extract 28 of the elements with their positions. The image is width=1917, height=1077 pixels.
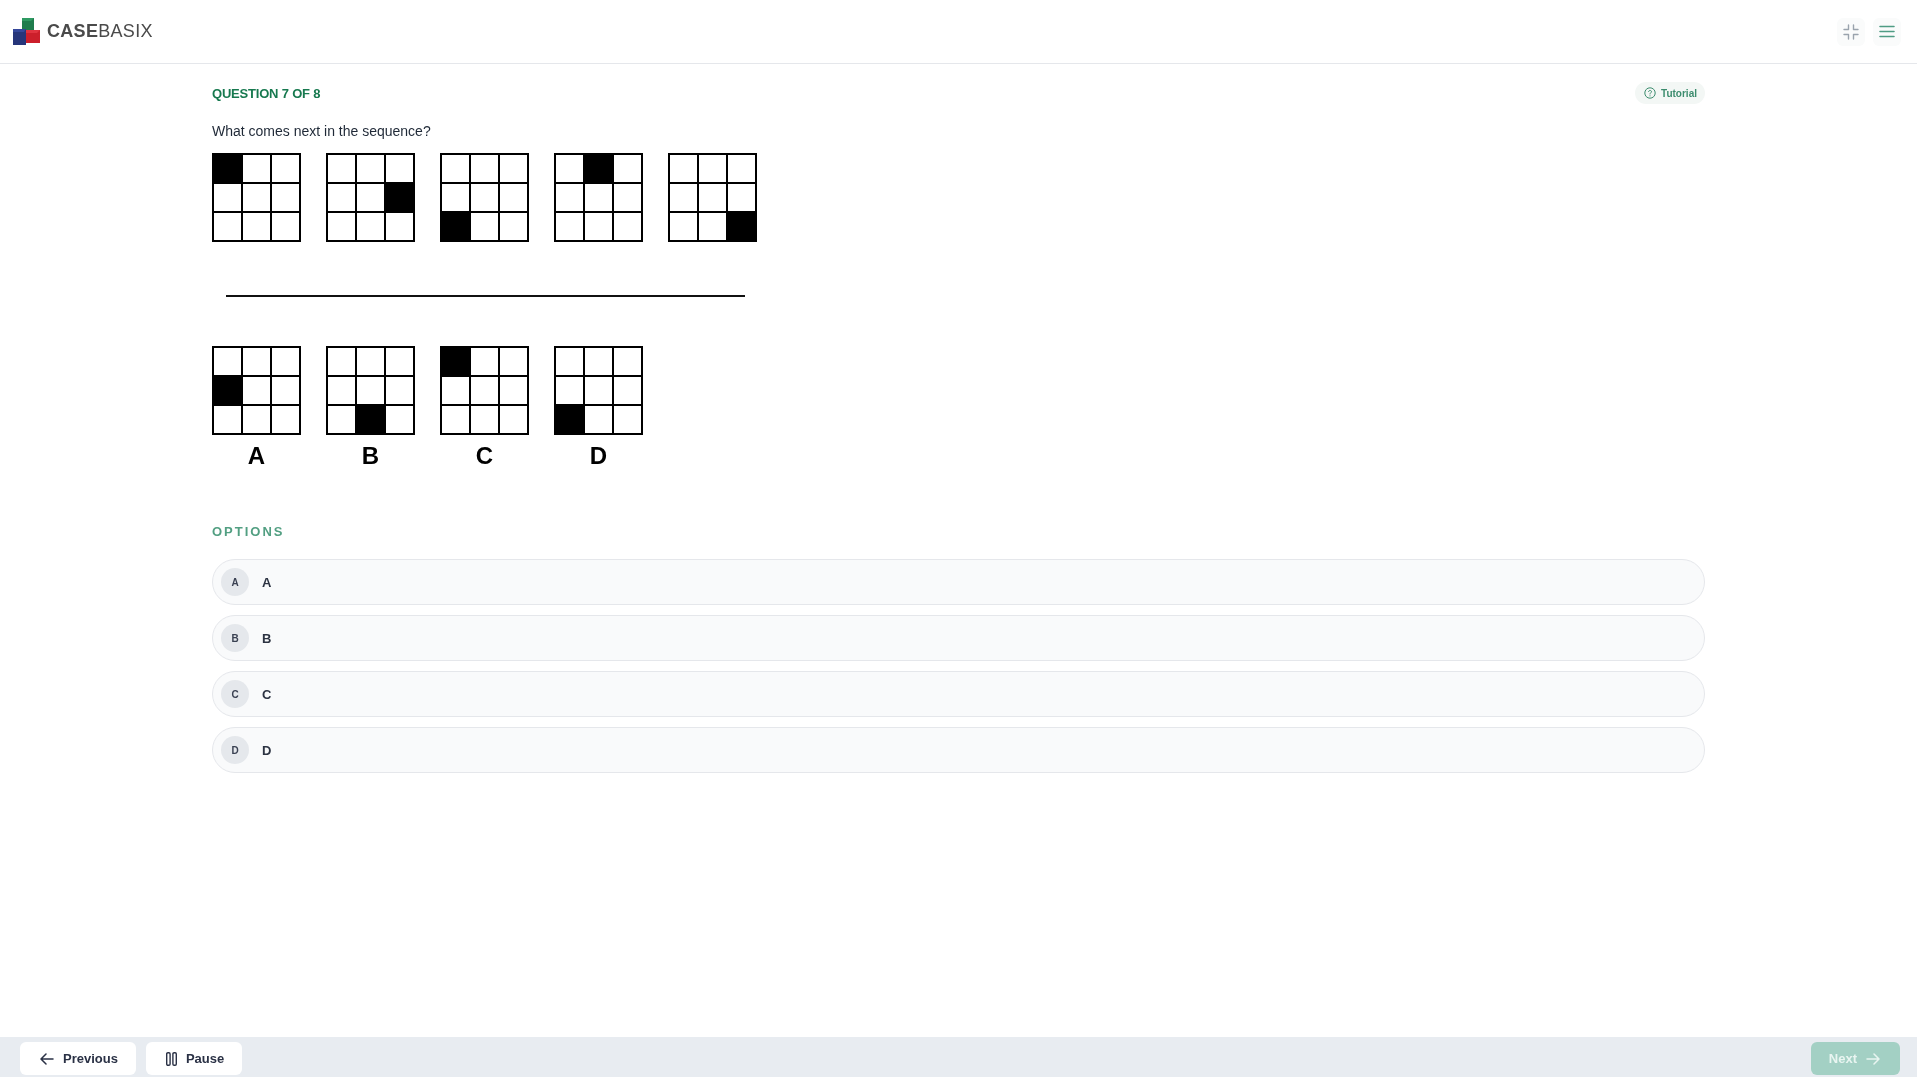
question-prompt: What comes next in the sequence? [212, 122, 432, 140]
previous-button[interactable]: Previous [20, 1042, 136, 1075]
help-icon [1644, 87, 1657, 99]
option-letter: A [221, 568, 249, 596]
answer-option[interactable]: C C [212, 671, 1705, 717]
answer-option[interactable]: D D [212, 727, 1705, 773]
option-letter: B [221, 624, 249, 652]
figure-label: C [475, 442, 494, 470]
exit-fullscreen-button[interactable] [1837, 17, 1865, 46]
arrow-right-icon [1866, 1052, 1880, 1065]
question-counter: QUESTION 7 OF 8 [212, 85, 321, 101]
pause-button[interactable]: Pause [145, 1042, 243, 1075]
arrow-left-icon [40, 1052, 54, 1065]
options-heading: OPTIONS [212, 524, 286, 540]
figure-label: A [247, 442, 266, 470]
answer-option[interactable]: A A [212, 559, 1705, 605]
logo-text: CASEBASIX [47, 21, 153, 42]
menu-icon [1879, 25, 1895, 38]
answer-option[interactable]: B B [212, 615, 1705, 661]
pause-icon [165, 1051, 177, 1066]
tutorial-button[interactable]: Tutorial [1635, 82, 1705, 104]
figure-label: B [361, 442, 380, 470]
figure-label: D [589, 442, 608, 470]
option-letter: D [221, 736, 249, 764]
menu-button[interactable] [1873, 17, 1901, 46]
option-letter: C [221, 680, 249, 708]
logo-cubes-icon [13, 18, 41, 45]
collapse-icon [1843, 23, 1859, 40]
